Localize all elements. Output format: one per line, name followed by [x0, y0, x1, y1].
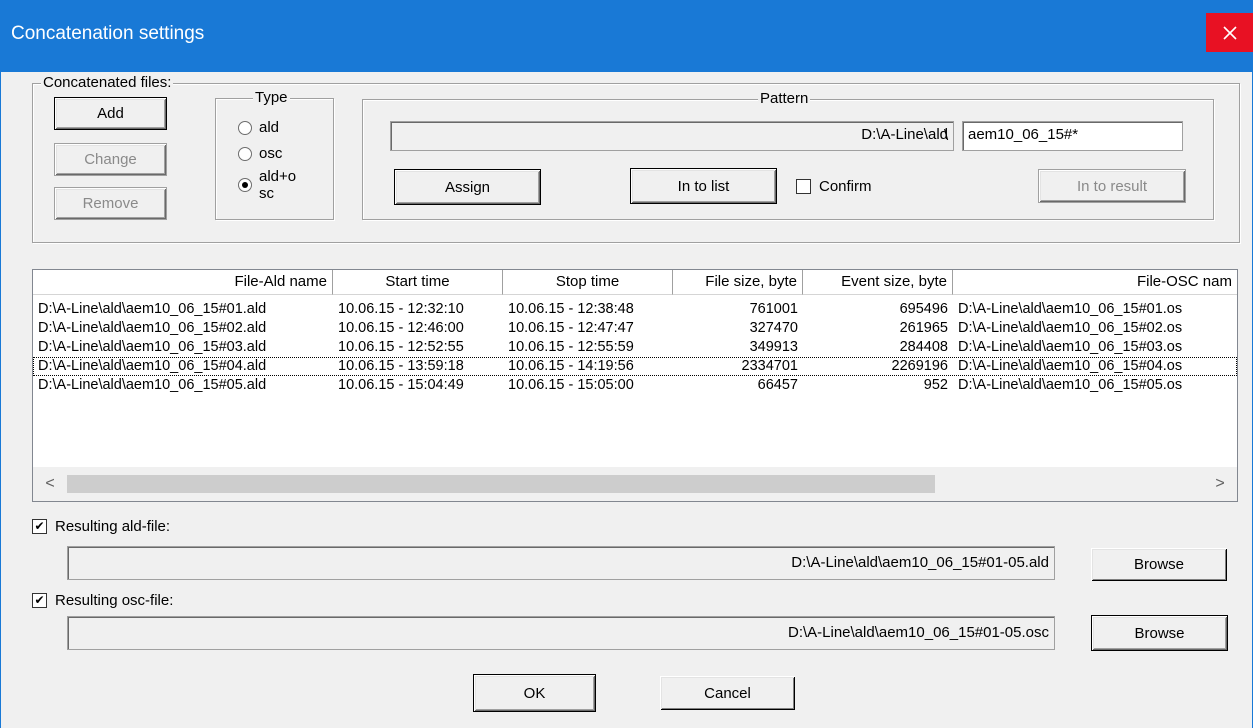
- confirm-checkbox[interactable]: Confirm: [796, 178, 872, 195]
- cell-file-osc-name: D:\A-Line\ald\aem10_06_15#05.os: [958, 377, 1183, 393]
- column-header-stop-time[interactable]: Stop time: [503, 270, 673, 295]
- browse-osc-button[interactable]: Browse: [1091, 615, 1228, 651]
- cell-file-ald-name: D:\A-Line\ald\aem10_06_15#03.ald: [38, 339, 267, 355]
- remove-button[interactable]: Remove: [54, 187, 167, 220]
- cell-event-size: 952: [923, 377, 948, 393]
- cell-stop-time: 10.06.15 - 12:47:47: [508, 320, 634, 336]
- checkbox-checked-icon: ✔: [32, 519, 47, 534]
- cancel-button[interactable]: Cancel: [660, 676, 795, 710]
- column-header-file-ald-name[interactable]: File-Ald name: [33, 270, 333, 295]
- list-header: File-Ald name Start time Stop time File …: [33, 270, 1237, 295]
- type-radio-osc-label: osc: [259, 145, 283, 162]
- cell-file-osc-name: D:\A-Line\ald\aem10_06_15#04.os: [958, 358, 1183, 374]
- cell-file-ald-name: D:\A-Line\ald\aem10_06_15#05.ald: [38, 377, 267, 393]
- cell-file-size: 327470: [749, 320, 798, 336]
- file-list[interactable]: File-Ald name Start time Stop time File …: [32, 269, 1238, 502]
- confirm-label: Confirm: [819, 178, 872, 195]
- ok-button[interactable]: OK: [473, 674, 596, 712]
- cell-stop-time: 10.06.15 - 12:38:48: [508, 301, 634, 317]
- cell-start-time: 10.06.15 - 13:59:18: [338, 358, 464, 374]
- resulting-ald-label: Resulting ald-file:: [55, 518, 171, 535]
- scrollbar-thumb[interactable]: [67, 475, 935, 493]
- add-button[interactable]: Add: [54, 97, 167, 130]
- close-button[interactable]: [1206, 13, 1253, 52]
- cell-event-size: 2269196: [891, 358, 948, 374]
- cell-file-size: 66457: [757, 377, 798, 393]
- cell-file-osc-name: D:\A-Line\ald\aem10_06_15#03.os: [958, 339, 1183, 355]
- cell-stop-time: 10.06.15 - 15:05:00: [508, 377, 634, 393]
- column-header-event-size[interactable]: Event size, byte: [803, 270, 953, 295]
- assign-button[interactable]: Assign: [394, 169, 541, 205]
- column-header-file-size[interactable]: File size, byte: [673, 270, 803, 295]
- table-row-focused[interactable]: D:\A-Line\ald\aem10_06_15#04.ald 10.06.1…: [33, 357, 1237, 376]
- table-row[interactable]: D:\A-Line\ald\aem10_06_15#01.ald 10.06.1…: [33, 300, 1237, 319]
- cell-event-size: 695496: [899, 301, 948, 317]
- cell-start-time: 10.06.15 - 12:32:10: [338, 301, 464, 317]
- path-separator: \: [944, 127, 949, 144]
- column-header-start-time[interactable]: Start time: [333, 270, 503, 295]
- cell-stop-time: 10.06.15 - 14:19:56: [508, 358, 634, 374]
- cell-start-time: 10.06.15 - 12:52:55: [338, 339, 464, 355]
- horizontal-scrollbar[interactable]: < >: [33, 467, 1237, 501]
- type-radio-ald-osc[interactable]: ald+o sc: [238, 168, 296, 202]
- checkbox-icon: [796, 179, 811, 194]
- type-radio-ald-osc-label: ald+o sc: [259, 168, 296, 202]
- type-radio-ald-osc-line1: ald+o: [259, 168, 297, 185]
- radio-button-icon: [238, 146, 252, 161]
- window-title: Concatenation settings: [11, 23, 205, 44]
- type-legend: Type: [253, 89, 290, 107]
- concatenated-files-legend: Concatenated files:: [41, 74, 174, 92]
- type-radio-ald-osc-line2: sc: [259, 185, 274, 202]
- checkbox-checked-icon: ✔: [32, 593, 47, 608]
- cell-file-size: 349913: [749, 339, 798, 355]
- list-rows: D:\A-Line\ald\aem10_06_15#01.ald 10.06.1…: [33, 300, 1237, 395]
- in-to-result-button[interactable]: In to result: [1038, 169, 1186, 203]
- cell-file-osc-name: D:\A-Line\ald\aem10_06_15#01.os: [958, 301, 1183, 317]
- browse-ald-button[interactable]: Browse: [1091, 548, 1227, 581]
- type-radio-osc[interactable]: osc: [238, 145, 282, 162]
- cell-start-time: 10.06.15 - 15:04:49: [338, 377, 464, 393]
- type-radio-ald[interactable]: ald: [238, 119, 279, 136]
- cell-file-ald-name: D:\A-Line\ald\aem10_06_15#01.ald: [38, 301, 267, 317]
- cell-file-ald-name: D:\A-Line\ald\aem10_06_15#04.ald: [38, 358, 267, 374]
- resulting-osc-label: Resulting osc-file:: [55, 592, 174, 609]
- cell-event-size: 261965: [899, 320, 948, 336]
- cell-start-time: 10.06.15 - 12:46:00: [338, 320, 464, 336]
- scroll-right-icon[interactable]: >: [1203, 467, 1237, 501]
- close-icon: [1222, 25, 1237, 40]
- radio-button-icon: [238, 120, 252, 135]
- resulting-ald-path-field: D:\A-Line\ald\aem10_06_15#01-05.ald: [67, 546, 1055, 580]
- cell-stop-time: 10.06.15 - 12:55:59: [508, 339, 634, 355]
- cell-file-ald-name: D:\A-Line\ald\aem10_06_15#02.ald: [38, 320, 267, 336]
- scroll-left-icon[interactable]: <: [33, 467, 67, 501]
- in-to-list-button[interactable]: In to list: [630, 168, 777, 204]
- column-header-file-osc-name[interactable]: File-OSC nam: [953, 270, 1237, 295]
- cell-file-size: 761001: [749, 301, 798, 317]
- pattern-mask-input[interactable]: aem10_06_15#*: [962, 121, 1183, 151]
- pattern-path-field: D:\A-Line\ald: [390, 121, 954, 151]
- cell-file-osc-name: D:\A-Line\ald\aem10_06_15#02.os: [958, 320, 1183, 336]
- table-row[interactable]: D:\A-Line\ald\aem10_06_15#05.ald 10.06.1…: [33, 376, 1237, 395]
- cell-event-size: 284408: [899, 339, 948, 355]
- table-row[interactable]: D:\A-Line\ald\aem10_06_15#03.ald 10.06.1…: [33, 338, 1237, 357]
- cell-file-size: 2334701: [741, 358, 798, 374]
- change-button[interactable]: Change: [54, 143, 167, 176]
- resulting-osc-checkbox[interactable]: ✔ Resulting osc-file:: [32, 592, 173, 609]
- resulting-osc-path-field: D:\A-Line\ald\aem10_06_15#01-05.osc: [67, 616, 1055, 650]
- type-radio-ald-label: ald: [259, 119, 280, 136]
- pattern-legend: Pattern: [758, 90, 811, 108]
- resulting-ald-checkbox[interactable]: ✔ Resulting ald-file:: [32, 518, 170, 535]
- table-row[interactable]: D:\A-Line\ald\aem10_06_15#02.ald 10.06.1…: [33, 319, 1237, 338]
- radio-button-selected-icon: [238, 178, 252, 192]
